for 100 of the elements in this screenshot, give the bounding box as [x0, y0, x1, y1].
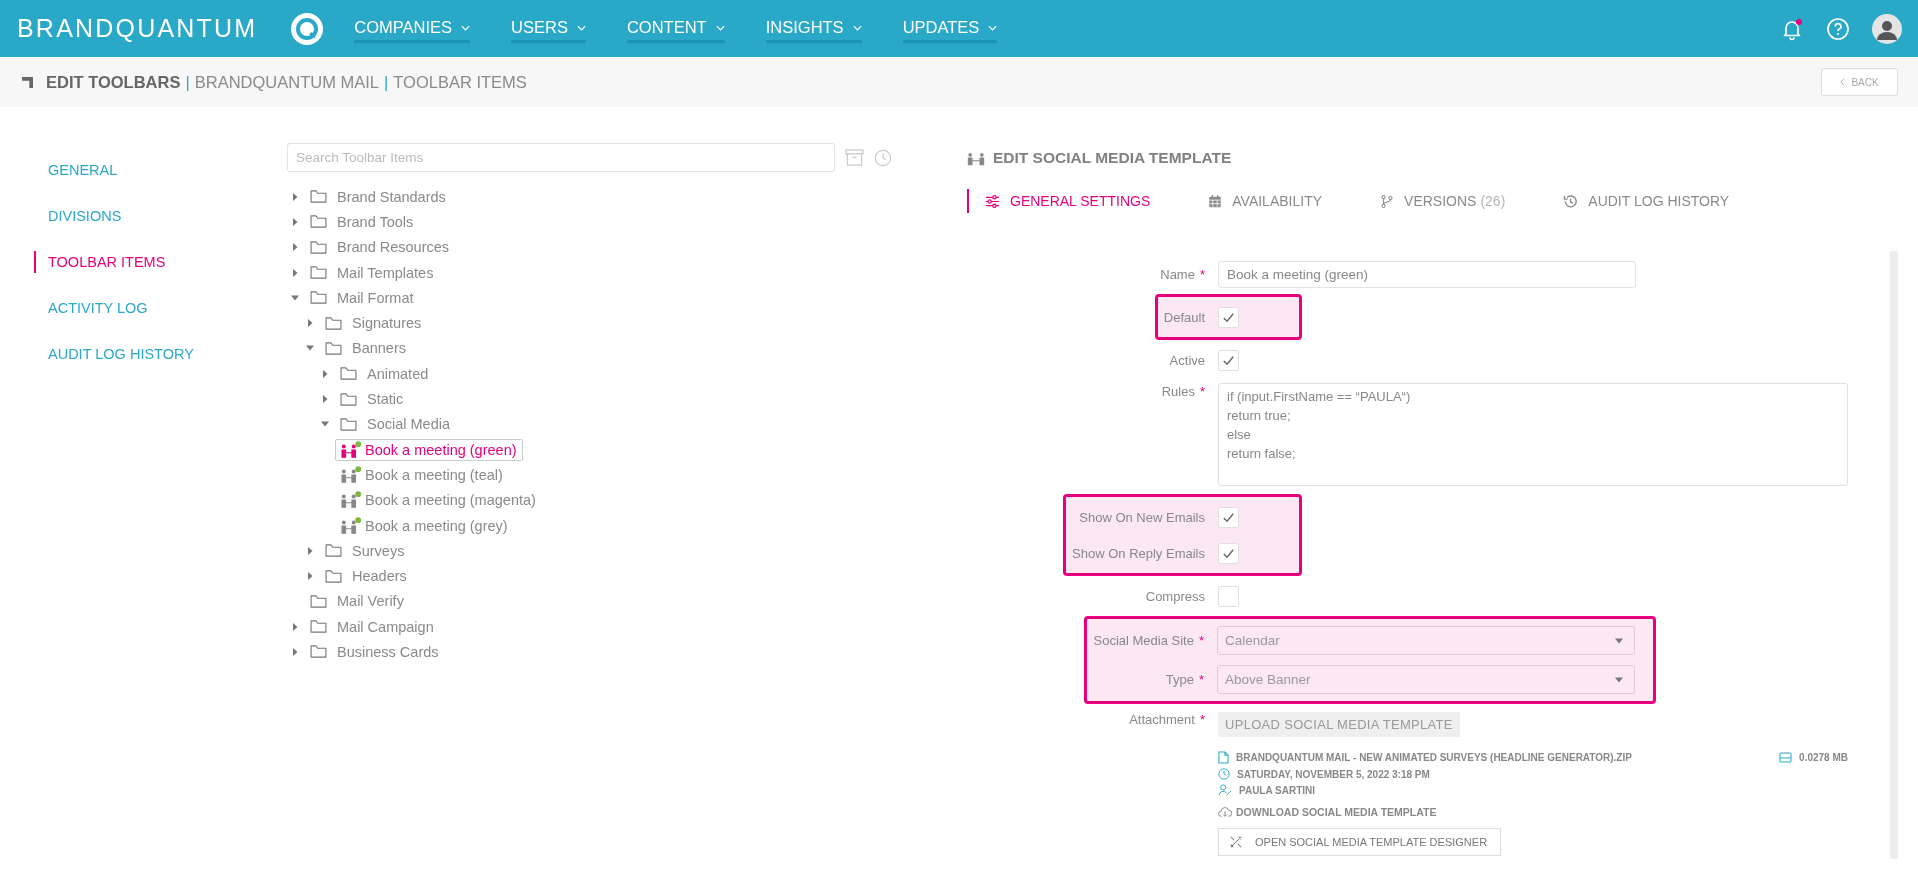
tree-folder[interactable]: Animated — [367, 365, 429, 382]
sidebar-item[interactable]: GENERAL — [34, 159, 287, 181]
meeting-icon — [340, 465, 362, 484]
tree-folder[interactable]: Static — [367, 391, 404, 407]
help-icon[interactable] — [1826, 16, 1850, 41]
nav-menu-item[interactable]: INSIGHTS — [765, 14, 862, 43]
expand-caret-icon[interactable] — [290, 647, 300, 657]
caret-icon — [715, 24, 725, 31]
tree-folder[interactable]: Business Cards — [337, 644, 439, 660]
tree-item[interactable]: Book a meeting (teal) — [335, 463, 509, 486]
caret-icon — [1614, 637, 1624, 644]
meeting-icon — [967, 150, 985, 166]
tree-folder[interactable]: Mail Campaign — [337, 618, 434, 635]
field-label: Rules * — [1160, 383, 1205, 399]
caret-icon — [1614, 676, 1624, 683]
field-label: Type * — [1164, 672, 1204, 687]
checkbox[interactable] — [1218, 349, 1239, 371]
folder-icon — [340, 392, 357, 406]
breadcrumb-separator: | — [185, 72, 190, 92]
expand-caret-icon[interactable] — [320, 368, 330, 379]
folder-icon — [325, 341, 342, 355]
folder-icon — [310, 240, 327, 254]
expand-caret-icon[interactable] — [290, 621, 300, 632]
section-title: EDIT SOCIAL MEDIA TEMPLATE — [993, 149, 1232, 167]
checkbox[interactable] — [1218, 542, 1239, 564]
user-edit-icon — [1218, 784, 1232, 796]
sidebar-item[interactable]: AUDIT LOG HISTORY — [34, 343, 287, 365]
tree-folder[interactable]: Brand Tools — [337, 213, 414, 230]
sliders-icon — [985, 193, 1000, 209]
sidebar-item[interactable]: DIVISIONS — [34, 205, 287, 227]
nav-menu-item[interactable]: COMPANIES — [354, 14, 471, 43]
caret-icon — [988, 24, 998, 31]
folder-icon — [340, 367, 357, 381]
expand-caret-icon[interactable] — [290, 216, 300, 227]
expand-caret-icon[interactable] — [290, 242, 300, 253]
folder-icon — [310, 291, 327, 305]
expand-caret-icon[interactable] — [305, 318, 315, 329]
user-avatar[interactable] — [1872, 13, 1902, 44]
tree-folder[interactable]: Social Media — [367, 416, 450, 433]
rules-textarea[interactable]: if (input.FirstName == “PAULA“) return true; else return false; — [1218, 383, 1848, 486]
tree-folder[interactable]: Mail Verify — [337, 593, 404, 610]
tree-folder[interactable]: Mail Format — [337, 289, 414, 306]
nav-menu-item[interactable]: CONTENT — [626, 14, 725, 43]
folder-icon — [325, 316, 342, 330]
branch-icon — [1380, 193, 1395, 209]
expand-caret-icon[interactable] — [320, 394, 330, 404]
sidebar-item[interactable]: TOOLBAR ITEMS — [34, 251, 287, 273]
history-icon — [1563, 193, 1579, 209]
meeting-icon — [340, 491, 362, 510]
brand-logo-text[interactable]: BRANDQUANTUM — [17, 14, 258, 43]
expand-caret-icon[interactable] — [290, 267, 300, 278]
nav-menu-item[interactable]: UPDATES — [902, 14, 998, 43]
tree-item[interactable]: Book a meeting (green) — [335, 438, 523, 461]
tree-folder[interactable]: Surveys — [352, 542, 405, 559]
dropdown[interactable]: Above Banner — [1217, 665, 1635, 694]
checkbox[interactable] — [1218, 306, 1239, 328]
author-name: PAULA SARTINI — [1239, 784, 1316, 796]
expand-caret-icon[interactable] — [305, 571, 315, 582]
checkbox[interactable] — [1218, 585, 1239, 607]
expand-caret-icon[interactable] — [305, 545, 315, 556]
field-label: Show On New Emails — [1078, 509, 1205, 525]
cloud-download-icon — [1218, 806, 1232, 818]
folder-icon — [310, 266, 327, 280]
clock-icon — [1218, 768, 1230, 780]
tab[interactable]: AUDIT LOG HISTORY — [1545, 189, 1770, 213]
file-name: BRANDQUANTUM MAIL - NEW ANIMATED SURVEYS (HEADLINE GENERATOR).ZIP — [1236, 752, 1632, 763]
tree-item[interactable]: Book a meeting (magenta) — [335, 489, 542, 512]
caret-icon — [852, 24, 862, 31]
field-label: Compress — [1144, 588, 1205, 604]
calendar-icon — [1208, 194, 1223, 208]
tab[interactable]: GENERAL SETTINGS — [967, 189, 1191, 213]
folder-icon — [340, 417, 357, 431]
upload-button[interactable]: UPLOAD SOCIAL MEDIA TEMPLATE — [1218, 712, 1460, 737]
back-button[interactable]: BACK — [1821, 68, 1898, 96]
search-field[interactable]: Search Toolbar Items — [287, 143, 835, 172]
checkbox[interactable] — [1218, 506, 1239, 528]
tree-folder[interactable]: Signatures — [352, 315, 422, 332]
download-link[interactable]: DOWNLOAD SOCIAL MEDIA TEMPLATE — [1218, 806, 1848, 818]
tree-folder[interactable]: Headers — [352, 568, 407, 585]
expand-caret-icon[interactable] — [290, 191, 300, 202]
folder-icon — [325, 569, 342, 583]
tree-folder[interactable]: Banners — [352, 340, 406, 357]
logo-icon[interactable] — [290, 11, 325, 46]
breadcrumb-item[interactable]: TOOLBAR ITEMS — [393, 72, 527, 92]
tree-folder[interactable]: Mail Templates — [337, 264, 434, 281]
tab[interactable]: VERSIONS (26) — [1362, 189, 1546, 213]
folder-icon — [310, 190, 327, 204]
field-label: Active — [1168, 352, 1205, 368]
tree-item[interactable]: Book a meeting (grey) — [335, 514, 514, 537]
breadcrumb-item[interactable]: BRANDQUANTUM MAIL — [194, 72, 379, 92]
tree-folder[interactable]: Brand Resources — [337, 239, 450, 256]
tab[interactable]: AVAILABILITY — [1190, 189, 1363, 213]
nav-menu-item[interactable]: USERS — [511, 14, 586, 43]
file-size: 0.0278 MB — [1799, 752, 1848, 763]
sidebar-item[interactable]: ACTIVITY LOG — [34, 297, 287, 319]
name-input[interactable]: Book a meeting (green) — [1218, 260, 1636, 288]
open-designer-button[interactable]: OPEN SOCIAL MEDIA TEMPLATE DESIGNER — [1218, 828, 1502, 856]
field-label: Default — [1163, 309, 1205, 325]
dropdown[interactable]: Calendar — [1217, 626, 1635, 655]
tree-folder[interactable]: Brand Standards — [337, 188, 446, 205]
